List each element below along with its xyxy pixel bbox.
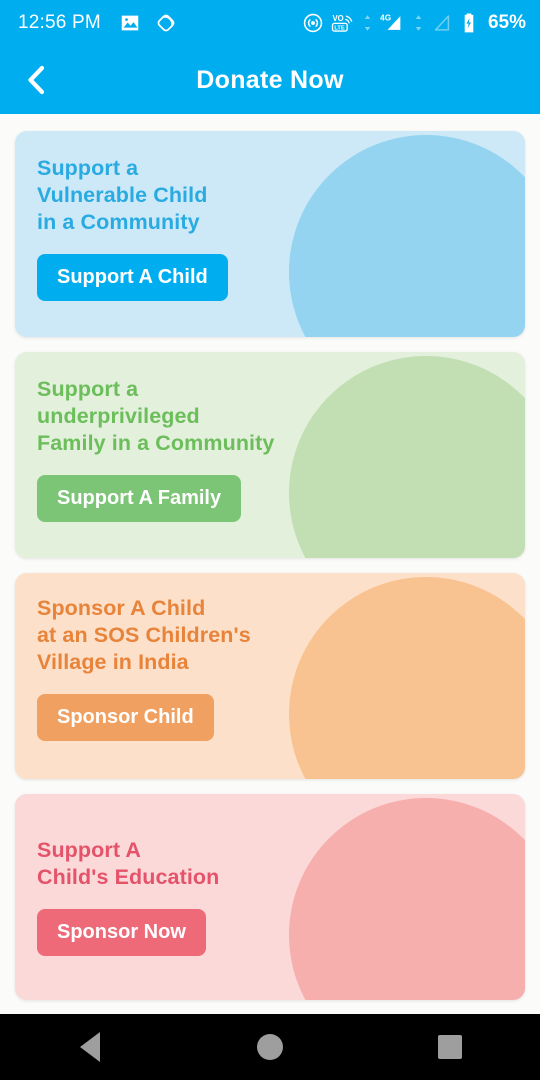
svg-text:LTE: LTE: [334, 26, 345, 32]
app-bar: Donate Now: [0, 46, 540, 114]
card-title: Sponsor A Child at an SOS Children's Vil…: [37, 596, 251, 674]
donation-card-support-a-vulnerable-child[interactable]: Support a Vulnerable Child in a Communit…: [15, 131, 525, 337]
donation-card-support-a-childs-education[interactable]: Support A Child's Education Sponsor Now: [15, 794, 525, 1000]
volte-icon: VO LTE: [331, 12, 356, 34]
phone-screen: 12:56 PM VO LTE 4G 65% Donate Now Suppor…: [0, 0, 540, 1080]
card-title: Support a underprivileged Family in a Co…: [37, 377, 275, 455]
donation-card-support-an-underprivileged-family[interactable]: Support a underprivileged Family in a Co…: [15, 352, 525, 558]
svg-text:VO: VO: [332, 14, 343, 23]
signal-bars-icon: [430, 12, 454, 34]
circle-home-icon: [257, 1034, 283, 1060]
status-bar-right-icons: VO LTE 4G 65%: [302, 12, 526, 34]
nav-home-button[interactable]: [225, 1014, 315, 1080]
sponsor-child-button[interactable]: Sponsor Child: [37, 694, 214, 741]
android-navigation-bar: [0, 1014, 540, 1080]
image-icon: [119, 12, 141, 34]
page-title: Donate Now: [196, 65, 344, 94]
support-a-family-button[interactable]: Support A Family: [37, 475, 242, 522]
triangle-back-icon: [80, 1032, 100, 1062]
status-bar-left-icons: [119, 12, 177, 34]
card-body: Sponsor A Child at an SOS Children's Vil…: [15, 573, 525, 741]
card-title: Support A Child's Education: [37, 838, 220, 889]
signal-4g-icon: 4G: [379, 12, 407, 34]
battery-percent-label: 65%: [487, 12, 526, 33]
status-bar: 12:56 PM VO LTE 4G 65%: [0, 0, 540, 46]
screen-rotation-icon: [155, 12, 177, 34]
card-body: Support a Vulnerable Child in a Communit…: [15, 131, 525, 301]
square-recents-icon: [438, 1035, 462, 1059]
hotspot-icon: [302, 12, 324, 34]
status-bar-clock: 12:56 PM: [18, 12, 101, 33]
back-button[interactable]: [8, 51, 66, 109]
nav-back-button[interactable]: [45, 1014, 135, 1080]
data-arrows-icon-2: [414, 12, 423, 34]
donation-cards-list: Support a Vulnerable Child in a Communit…: [0, 114, 540, 1014]
nav-recents-button[interactable]: [405, 1014, 495, 1080]
donation-card-sponsor-a-child-sos-village[interactable]: Sponsor A Child at an SOS Children's Vil…: [15, 573, 525, 779]
sponsor-now-button[interactable]: Sponsor Now: [37, 909, 206, 956]
chevron-left-icon: [22, 63, 52, 97]
svg-text:4G: 4G: [380, 13, 391, 22]
support-a-child-button[interactable]: Support A Child: [37, 254, 228, 301]
card-body: Support A Child's Education Sponsor Now: [15, 794, 525, 956]
data-arrows-icon: [363, 12, 372, 34]
card-title: Support a Vulnerable Child in a Communit…: [37, 156, 208, 234]
card-body: Support a underprivileged Family in a Co…: [15, 352, 525, 522]
battery-charging-icon: [461, 12, 477, 34]
